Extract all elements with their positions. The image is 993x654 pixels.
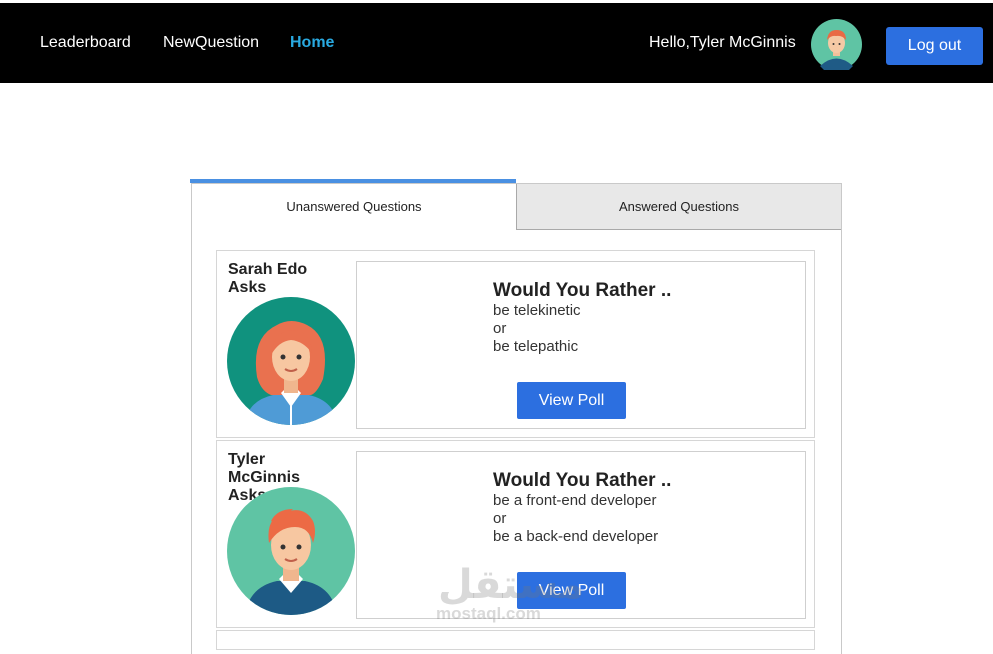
- user-avatar-icon: [811, 19, 862, 70]
- or-text: or: [493, 320, 507, 337]
- question-box: Would You Rather .. be telekinetic or be…: [356, 261, 806, 429]
- nav-new-question-link[interactable]: NewQuestion: [163, 34, 259, 52]
- question-card: [216, 630, 815, 650]
- nav-home-link[interactable]: Home: [290, 34, 334, 52]
- user-greeting: Hello,Tyler McGinnis: [649, 34, 796, 51]
- option-one-text: be a front-end developer: [493, 492, 657, 509]
- tab-unanswered-questions[interactable]: Unanswered Questions: [192, 184, 516, 230]
- option-two-text: be telepathic: [493, 338, 579, 355]
- logout-button[interactable]: Log out: [886, 27, 983, 65]
- question-title: Would You Rather ..: [493, 280, 672, 301]
- question-title: Would You Rather ..: [493, 470, 672, 491]
- tab-answered-questions[interactable]: Answered Questions: [516, 184, 841, 230]
- man-avatar-icon: [227, 487, 355, 615]
- nav-leaderboard-link[interactable]: Leaderboard: [40, 34, 131, 52]
- or-text: or: [493, 510, 507, 527]
- option-one-text: be telekinetic: [493, 302, 581, 319]
- woman-avatar-icon: [227, 297, 355, 425]
- watermark-arabic: مستقل: [438, 562, 585, 608]
- option-two-text: be a back-end developer: [493, 528, 659, 545]
- view-poll-button[interactable]: View Poll: [517, 382, 626, 419]
- watermark-latin: mostaql.com: [436, 604, 541, 623]
- asker-name: Tyler McGinnis: [228, 451, 301, 486]
- asker-label: Sarah Edo Asks: [228, 261, 338, 297]
- asker-name: Sarah Edo: [228, 261, 308, 278]
- asks-label: Asks: [228, 279, 267, 296]
- top-navbar: Leaderboard NewQuestion Home Hello,Tyler…: [0, 3, 993, 83]
- question-card: Sarah Edo Asks Would You Rather .. be te…: [216, 250, 815, 438]
